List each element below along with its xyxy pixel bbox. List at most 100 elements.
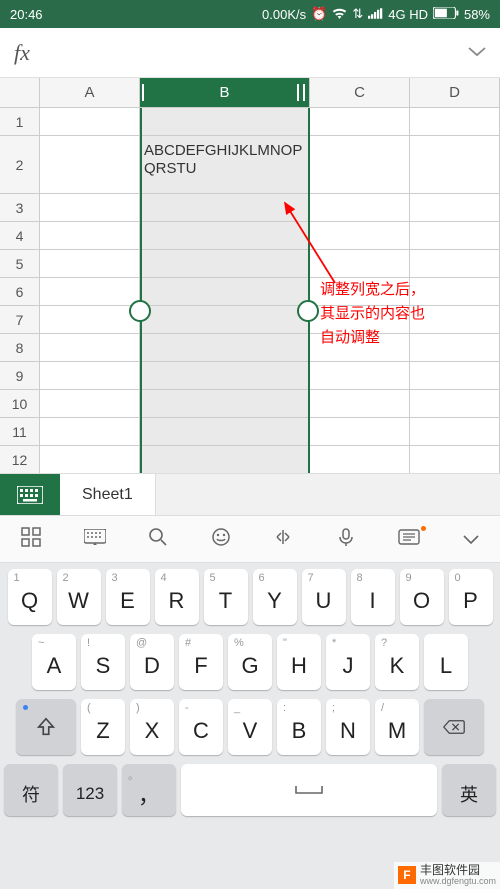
key-p[interactable]: 0P (449, 569, 493, 625)
key-s[interactable]: !S (81, 634, 125, 690)
key-y[interactable]: 6Y (253, 569, 297, 625)
cell[interactable] (310, 446, 410, 473)
cell[interactable] (40, 446, 140, 473)
cell[interactable] (40, 362, 140, 390)
key-d[interactable]: @D (130, 634, 174, 690)
key-r[interactable]: 4R (155, 569, 199, 625)
column-resize-handle-left[interactable] (129, 300, 151, 322)
row-header[interactable]: 10 (0, 390, 40, 418)
collapse-icon[interactable] (463, 529, 479, 550)
key-l[interactable]: L (424, 634, 468, 690)
cell[interactable] (310, 108, 410, 136)
space-key[interactable] (181, 764, 437, 816)
keyboard-switch-icon[interactable] (84, 529, 106, 550)
key-i[interactable]: 8I (351, 569, 395, 625)
key-o[interactable]: 9O (400, 569, 444, 625)
cell[interactable] (310, 418, 410, 446)
cell[interactable] (40, 194, 140, 222)
cell[interactable] (410, 194, 500, 222)
column-resize-handle-right[interactable] (297, 300, 319, 322)
cell[interactable] (410, 362, 500, 390)
cell[interactable] (140, 334, 310, 362)
col-header-d[interactable]: D (410, 78, 500, 108)
numeric-key[interactable]: 123 (63, 764, 117, 816)
row-header[interactable]: 8 (0, 334, 40, 362)
key-x[interactable]: )X (130, 699, 174, 755)
row-header[interactable]: 2 (0, 136, 40, 194)
cell[interactable] (40, 136, 140, 194)
row-header[interactable]: 4 (0, 222, 40, 250)
cell[interactable] (410, 222, 500, 250)
key-k[interactable]: ?K (375, 634, 419, 690)
key-a[interactable]: ~A (32, 634, 76, 690)
key-f[interactable]: #F (179, 634, 223, 690)
cell[interactable] (140, 390, 310, 418)
cell[interactable] (310, 362, 410, 390)
spreadsheet[interactable]: A B C D 1 2 ABCDEFGHIJKLMNOPQRSTU 3 4 5 … (0, 78, 500, 473)
backspace-key[interactable] (424, 699, 484, 755)
search-icon[interactable] (148, 527, 168, 552)
keyboard-toggle-button[interactable] (0, 474, 60, 515)
key-g[interactable]: %G (228, 634, 272, 690)
key-c[interactable]: -C (179, 699, 223, 755)
cell[interactable] (40, 250, 140, 278)
key-t[interactable]: 5T (204, 569, 248, 625)
cell[interactable] (140, 362, 310, 390)
cell[interactable] (410, 446, 500, 473)
row-header[interactable]: 3 (0, 194, 40, 222)
chevron-down-icon[interactable] (468, 44, 486, 62)
row-header[interactable]: 1 (0, 108, 40, 136)
cell[interactable] (410, 418, 500, 446)
cell[interactable] (140, 418, 310, 446)
clipboard-icon[interactable] (398, 529, 420, 550)
symbol-key[interactable]: 符 (4, 764, 58, 816)
formula-bar[interactable]: fx (0, 28, 500, 78)
comma-key[interactable]: 。， (122, 764, 176, 816)
cell[interactable] (40, 278, 140, 306)
tab-sheet1[interactable]: Sheet1 (60, 474, 156, 515)
cell[interactable] (40, 306, 140, 334)
cell[interactable] (410, 390, 500, 418)
key-z[interactable]: (Z (81, 699, 125, 755)
cell[interactable] (140, 108, 310, 136)
voice-icon[interactable] (336, 527, 356, 552)
cell[interactable] (40, 390, 140, 418)
cursor-icon[interactable] (273, 527, 293, 552)
key-b[interactable]: :B (277, 699, 321, 755)
cell[interactable] (40, 334, 140, 362)
cell[interactable] (410, 108, 500, 136)
key-j[interactable]: *J (326, 634, 370, 690)
emoji-icon[interactable] (211, 527, 231, 552)
key-u[interactable]: 7U (302, 569, 346, 625)
key-h[interactable]: "H (277, 634, 321, 690)
shift-key[interactable] (16, 699, 76, 755)
language-key[interactable]: 英 (442, 764, 496, 816)
cell[interactable] (310, 390, 410, 418)
cell[interactable] (40, 222, 140, 250)
key-w[interactable]: 2W (57, 569, 101, 625)
key-n[interactable]: ;N (326, 699, 370, 755)
key-v[interactable]: _V (228, 699, 272, 755)
col-header-a[interactable]: A (40, 78, 140, 108)
key-e[interactable]: 3E (106, 569, 150, 625)
cell[interactable] (40, 108, 140, 136)
cell[interactable] (40, 418, 140, 446)
row-header[interactable]: 5 (0, 250, 40, 278)
cell[interactable] (410, 250, 500, 278)
row-header[interactable]: 12 (0, 446, 40, 473)
cell-b2[interactable]: ABCDEFGHIJKLMNOPQRSTU (140, 136, 310, 194)
row-header[interactable]: 9 (0, 362, 40, 390)
cell[interactable] (410, 136, 500, 194)
cell[interactable] (140, 306, 310, 334)
row-header[interactable]: 11 (0, 418, 40, 446)
key-m[interactable]: /M (375, 699, 419, 755)
cell[interactable] (310, 136, 410, 194)
grid-icon[interactable] (21, 527, 41, 552)
col-header-b[interactable]: B (140, 78, 310, 108)
row-header[interactable]: 6 (0, 278, 40, 306)
key-q[interactable]: 1Q (8, 569, 52, 625)
row-header[interactable]: 7 (0, 306, 40, 334)
select-all-corner[interactable] (0, 78, 40, 108)
col-header-c[interactable]: C (310, 78, 410, 108)
cell[interactable] (140, 446, 310, 473)
